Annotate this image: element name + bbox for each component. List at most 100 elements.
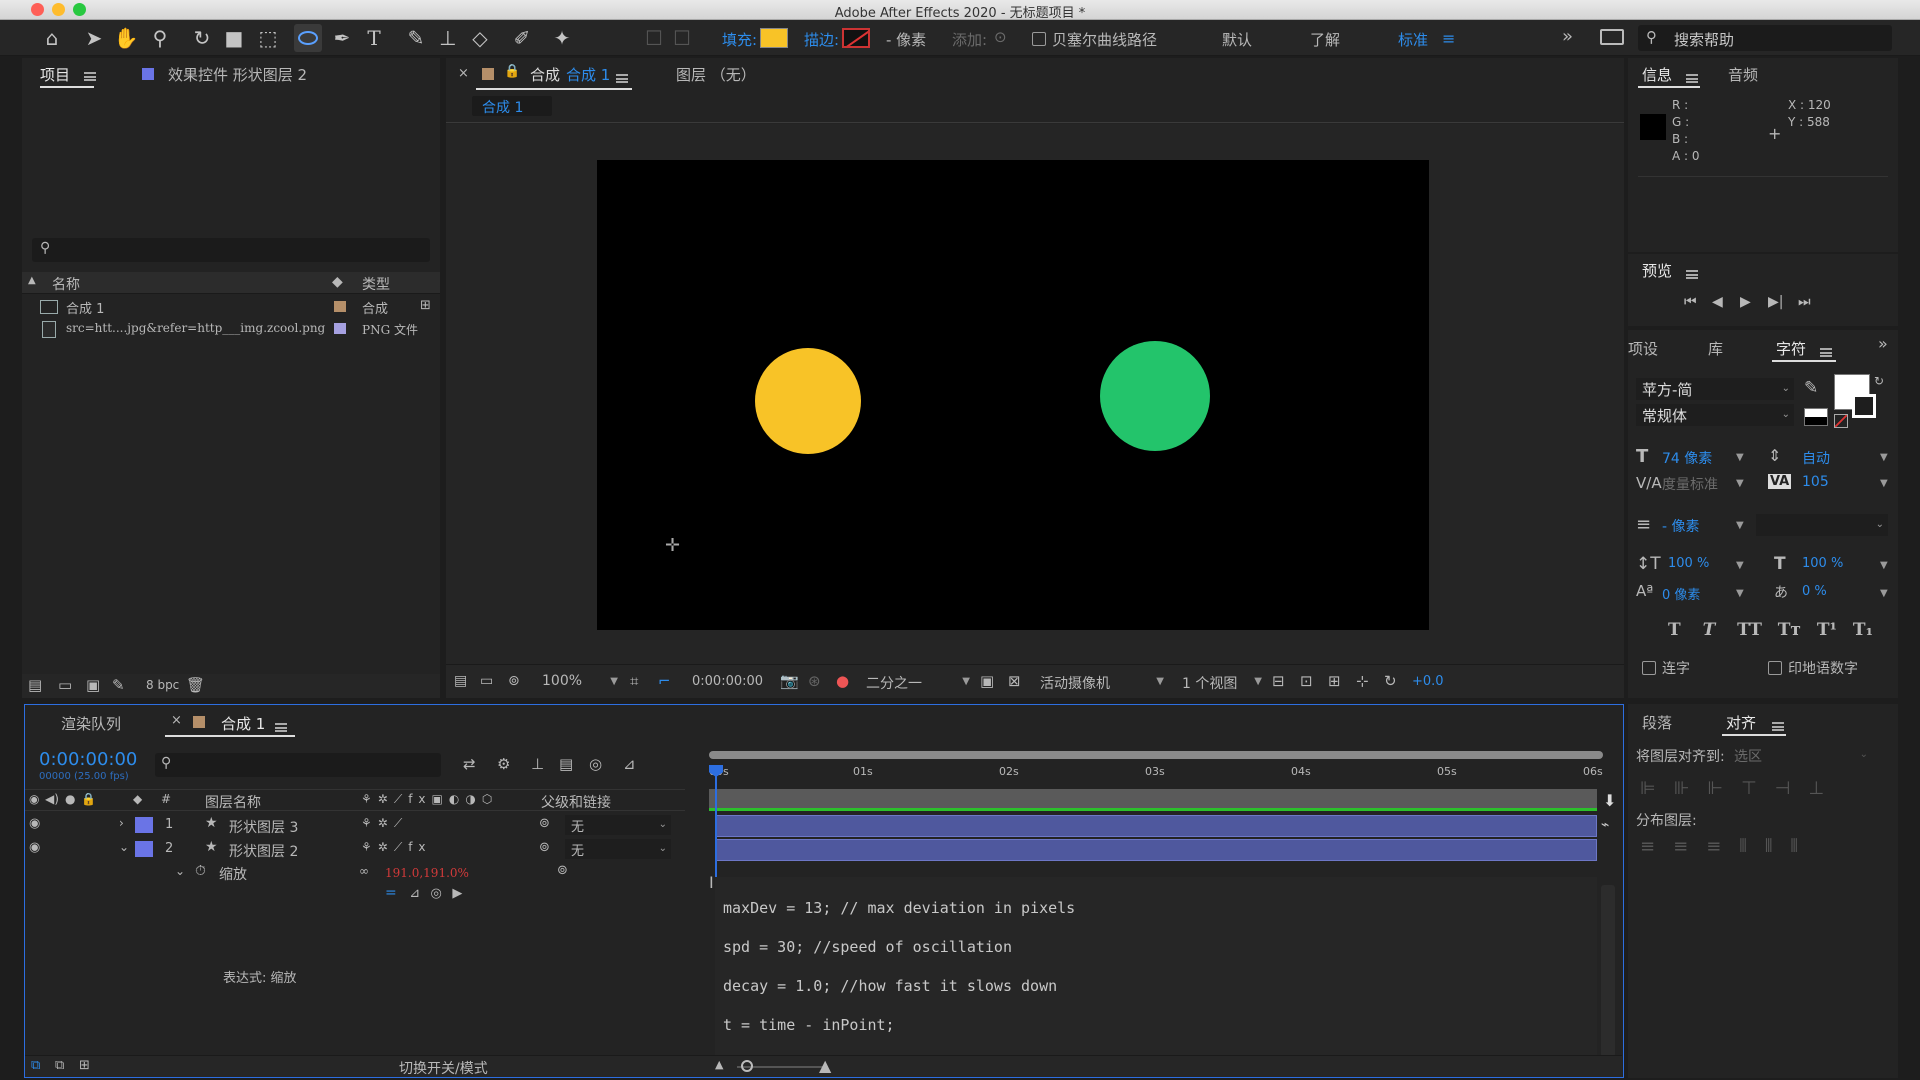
bpc-button[interactable]: 8 bpc <box>146 678 179 692</box>
pen-tool-icon[interactable]: ✒ <box>328 24 356 52</box>
rotate-tool-icon[interactable]: ↻ <box>188 24 216 52</box>
expression-pickwhip-icon[interactable]: ◎ <box>431 886 442 901</box>
audio-toggle-icon[interactable]: ◀) <box>45 792 59 806</box>
distribute-bottom-icon[interactable]: ≡ <box>1706 836 1739 857</box>
chevron-down-icon[interactable]: ▼ <box>1880 560 1888 571</box>
more-workspaces-icon[interactable]: » <box>1562 26 1573 47</box>
next-frame-icon[interactable]: ▶| <box>1768 294 1783 310</box>
font-size-value[interactable]: 74 像素 <box>1662 448 1712 468</box>
timeline-timecode[interactable]: 0:00:00:00 <box>39 749 137 770</box>
constrain-link-icon[interactable]: ∞ <box>359 864 369 878</box>
layer-switches[interactable]: ⚘✲⟋ <box>361 816 408 831</box>
eyedropper-icon[interactable]: ✎ <box>1804 378 1818 398</box>
distribute-left-icon[interactable]: ⫴ <box>1739 836 1765 857</box>
workspace-learn[interactable]: 了解 <box>1310 29 1340 50</box>
close-tab-icon[interactable]: × <box>171 713 182 728</box>
layer-row[interactable]: ◉ › 1 ★ 形状图层 3 ⚘✲⟋ ⊚ 无 ⌄ <box>25 813 685 837</box>
parent-dropdown[interactable]: 无 ⌄ <box>565 839 671 859</box>
render-queue-tab[interactable]: 渲染队列 <box>61 713 121 734</box>
sync-settings-icon[interactable] <box>1600 29 1624 45</box>
parent-link-header[interactable]: 父级和链接 <box>541 792 611 812</box>
label-color-swatch[interactable] <box>334 301 346 312</box>
video-toggle-icon[interactable]: ◉ <box>29 792 39 806</box>
stroke-label[interactable]: 描边: <box>804 29 839 50</box>
graph-editor-icon[interactable]: ⊿ <box>623 755 636 773</box>
modes-pane-icon[interactable]: ⧉ <box>55 1058 64 1073</box>
chevron-down-icon[interactable]: ▼ <box>1880 452 1888 463</box>
selection-tool-icon[interactable]: ➤ <box>80 24 108 52</box>
column-name[interactable]: 名称 <box>52 274 80 294</box>
stroke-width-field[interactable]: - 像素 <box>886 29 926 50</box>
align-left-icon[interactable]: ⊫ <box>1640 778 1674 799</box>
fast-previews-icon[interactable]: ⊡ <box>1300 672 1313 690</box>
green-circle-shape[interactable] <box>1100 341 1210 451</box>
bezier-path-label[interactable]: 贝塞尔曲线路径 <box>1052 29 1157 50</box>
stroke-swatch[interactable] <box>842 28 870 48</box>
camera-tool-icon[interactable]: ■ <box>220 24 248 52</box>
chevron-down-icon[interactable]: ▼ <box>1880 478 1888 489</box>
layer-name-header[interactable]: 图层名称 <box>205 792 261 812</box>
align-hcenter-icon[interactable]: ⊪ <box>1674 778 1708 799</box>
pickwhip-icon[interactable]: ⊚ <box>557 863 568 878</box>
stopwatch-icon[interactable]: ⏱ <box>195 863 206 879</box>
all-caps-icon[interactable]: TT <box>1737 620 1762 640</box>
eye-icon[interactable]: ◉ <box>29 840 40 855</box>
delete-icon[interactable]: 🗑 <box>186 676 205 694</box>
panel-menu-icon[interactable] <box>84 71 97 81</box>
layer-viewer-tab[interactable]: 图层 （无） <box>676 64 756 85</box>
faux-bold-icon[interactable]: T <box>1668 620 1681 640</box>
expression-scrollbar[interactable] <box>1601 885 1615 1057</box>
hindi-digits-checkbox[interactable] <box>1768 661 1782 675</box>
transparency-grid-icon[interactable]: ⊠ <box>1008 672 1021 690</box>
chevron-down-icon[interactable]: ▼ <box>1736 520 1744 531</box>
presets-tab[interactable]: 项设 <box>1628 338 1658 359</box>
channel-icon[interactable]: ● <box>836 672 849 690</box>
library-tab[interactable]: 库 <box>1708 338 1723 359</box>
preview-title[interactable]: 预览 <box>1642 260 1672 281</box>
pan-behind-tool-icon[interactable]: ⬚ <box>254 24 282 52</box>
no-fill-swatch[interactable] <box>1834 414 1848 428</box>
distribute-hcenter-icon[interactable]: ⫴ <box>1765 836 1791 857</box>
comp-tab-prefix[interactable]: 合成 <box>530 64 560 85</box>
more-panels-icon[interactable]: » <box>1878 334 1888 353</box>
scale-value[interactable]: 191.0,191.0% <box>385 866 469 880</box>
stroke-color-swatch[interactable] <box>1852 394 1876 418</box>
workspace-menu-icon[interactable]: ≡ <box>1442 29 1455 48</box>
label-tag-icon[interactable]: ◆ <box>332 274 343 290</box>
play-icon[interactable]: ▶ <box>1740 294 1751 310</box>
flowchart-icon[interactable]: ⊞ <box>420 298 431 313</box>
effects-controls-tab[interactable]: 效果控件 形状图层 2 <box>168 64 307 85</box>
camera-dropdown[interactable]: 活动摄像机 ▼ <box>1040 673 1164 693</box>
align-vcenter-icon[interactable]: ⊣ <box>1775 778 1809 799</box>
pickwhip-icon[interactable]: ⊚ <box>539 840 550 855</box>
project-item-comp[interactable]: 合成 1 合成 ⊞ <box>22 296 440 318</box>
zoom-in-icon[interactable]: ▲ <box>819 1056 831 1075</box>
eye-icon[interactable]: ◉ <box>29 816 40 831</box>
zoom-tool-icon[interactable]: ⚲ <box>146 24 174 52</box>
timeline-icon[interactable]: ⊞ <box>1328 672 1341 690</box>
help-search-box[interactable]: ⚲ 搜索帮助 <box>1638 25 1892 51</box>
toggle-switches-modes[interactable]: 切换开关/模式 <box>399 1058 488 1078</box>
ligatures-label[interactable]: 连字 <box>1662 658 1690 678</box>
tracking-value[interactable]: 105 <box>1802 474 1829 490</box>
time-ruler[interactable]: 00s 01s 02s 03s 04s 05s 06s <box>709 763 1609 787</box>
horizontal-scale-value[interactable]: 100 % <box>1802 556 1843 571</box>
yellow-circle-shape[interactable] <box>755 348 861 454</box>
zoom-out-icon[interactable]: ▲ <box>715 1058 723 1071</box>
align-bottom-icon[interactable]: ⊥ <box>1808 778 1842 799</box>
distribute-vcenter-icon[interactable]: ≡ <box>1673 836 1706 857</box>
panel-menu-icon[interactable] <box>616 73 628 83</box>
align-to-dropdown[interactable]: 选区 ⌄ <box>1728 744 1868 766</box>
hand-tool-icon[interactable]: ✋ <box>112 24 140 52</box>
brush-tool-icon[interactable]: ✎ <box>402 24 430 52</box>
distribute-top-icon[interactable]: ≡ <box>1640 836 1673 857</box>
chevron-down-icon[interactable]: ▼ <box>1736 452 1744 463</box>
chevron-right-icon[interactable]: › <box>119 816 124 830</box>
panel-menu-icon[interactable] <box>1820 347 1832 357</box>
parent-dropdown[interactable]: 无 ⌄ <box>565 815 671 835</box>
camera-snapshot-icon[interactable]: 📷 <box>780 672 799 690</box>
black-white-swatch[interactable] <box>1804 408 1828 426</box>
preview-toggle-icon[interactable]: ⊚ <box>508 673 520 689</box>
baseline-shift-value[interactable]: 0 像素 <box>1662 584 1700 603</box>
in-out-pane-icon[interactable]: ⊞ <box>79 1058 90 1073</box>
